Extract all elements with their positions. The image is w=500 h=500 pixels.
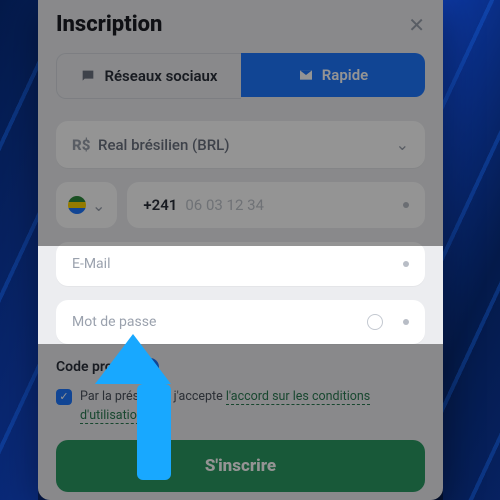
overlay-dim [38,344,443,500]
required-dot-icon [403,261,409,267]
required-dot-icon [403,319,409,325]
password-placeholder: Mot de passe [72,314,156,330]
email-placeholder: E-Mail [72,256,110,272]
overlay-dim [38,0,443,246]
password-input[interactable]: Mot de passe [56,300,425,344]
email-input[interactable]: E-Mail [56,242,425,286]
eye-icon[interactable] [367,314,383,330]
